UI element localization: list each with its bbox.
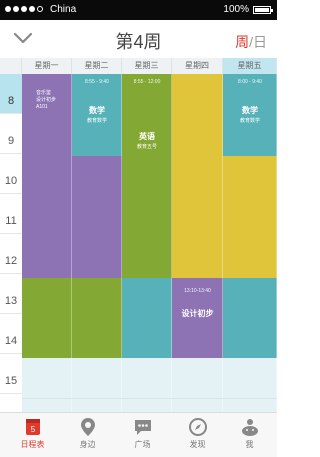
hour-label: 8 (0, 74, 22, 114)
calendar-slot[interactable] (172, 358, 223, 412)
tab-me[interactable]: 我 (222, 416, 277, 450)
hour-label: 10 (0, 154, 22, 194)
day-header-monday: 星期一 (22, 58, 72, 74)
battery-percent: 100% (223, 4, 249, 15)
battery-icon (253, 6, 273, 14)
corner-cell (0, 58, 22, 74)
event-time: 8:55 - 12:00 (133, 79, 161, 85)
event-tuesday[interactable]: 8:55 - 9:40 数学 教育数学 (72, 74, 122, 156)
day-header-thursday: 星期四 (172, 58, 223, 74)
day-header-friday: 星期五 (223, 58, 277, 74)
event-content: 8:55 - 12:00 英语 教育五号 (122, 74, 172, 150)
tab-bar: 5 日程表 身边 广场 发现 我 (0, 412, 277, 457)
grid-line (22, 398, 277, 399)
status-bar: China 100% (0, 0, 277, 20)
week-calendar-grid: 星期一 星期二 星期三 星期四 星期五 8 9 10 11 12 13 14 1… (0, 58, 277, 412)
calendar-slot[interactable] (172, 74, 223, 278)
hour-label: 12 (0, 234, 22, 274)
calendar-slot[interactable] (122, 278, 172, 358)
signal-strength-icon (5, 6, 43, 12)
event-place: 教育数学 (239, 118, 260, 124)
day-header-tuesday: 星期二 (72, 58, 122, 74)
compass-icon (187, 416, 209, 438)
calendar-slot[interactable] (223, 156, 277, 278)
calendar-slot[interactable] (22, 278, 72, 358)
tab-discover[interactable]: 发现 (170, 416, 225, 450)
event-place: 教育数学 (86, 118, 107, 124)
tab-schedule[interactable]: 5 日程表 (5, 416, 60, 450)
event-time: 8:00 - 9:40 (238, 79, 262, 85)
tab-label: 我 (245, 440, 254, 449)
event-time: 13:10-13:40 (184, 288, 211, 294)
event-content: 8:55 - 9:40 数学 教育数学 (72, 74, 122, 124)
profile-icon (239, 416, 261, 438)
calendar-slot[interactable] (223, 278, 277, 358)
tab-square[interactable]: 广场 (115, 416, 170, 450)
location-pin-icon (77, 416, 99, 438)
day-view-toggle[interactable]: 日 (253, 34, 267, 50)
event-title: 音乐鉴 (36, 90, 52, 96)
event-time: 8:55 - 9:40 (85, 79, 109, 85)
calendar-slot[interactable] (72, 358, 122, 412)
event-content: 13:10-13:40 设计初步 (172, 278, 223, 319)
calendar-icon: 5 (22, 416, 44, 438)
tab-label: 日程表 (20, 440, 45, 449)
event-wednesday[interactable]: 8:55 - 12:00 英语 教育五号 (122, 74, 172, 278)
calendar-slot[interactable] (223, 358, 277, 412)
calendar-slot[interactable] (72, 278, 122, 358)
hour-label: 13 (0, 274, 22, 314)
chat-bubble-icon (132, 416, 154, 438)
tab-nearby[interactable]: 身边 (60, 416, 115, 450)
calendar-slot[interactable] (122, 358, 172, 412)
event-line: 设计初步 (36, 97, 57, 103)
hour-label: 14 (0, 314, 22, 354)
day-header-wednesday: 星期三 (122, 58, 172, 74)
view-toggle: 周/日 (235, 32, 267, 52)
calendar-slot[interactable] (72, 156, 122, 278)
tab-label: 身边 (79, 440, 96, 449)
calendar-badge-text: 5 (30, 425, 35, 434)
event-title: 数学 (242, 106, 258, 115)
event-friday[interactable]: 8:00 - 9:40 数学 教育数学 (223, 74, 277, 156)
carrier-name: China (50, 4, 77, 15)
hour-label: 15 (0, 354, 22, 394)
event-title: 设计初步 (181, 309, 214, 318)
tab-label: 广场 (134, 440, 151, 449)
event-line: A101 (36, 104, 48, 110)
event-title: 数学 (89, 106, 105, 115)
event-content: 8:00 - 9:40 数学 教育数学 (223, 74, 277, 124)
tab-label: 发现 (189, 440, 206, 449)
hour-label: 9 (0, 114, 22, 154)
event-monday[interactable]: 音乐鉴 设计初步 A101 (22, 90, 72, 111)
calendar-slot[interactable] (22, 358, 72, 412)
event-thursday[interactable]: 13:10-13:40 设计初步 (172, 278, 223, 358)
week-view-toggle[interactable]: 周 (235, 34, 249, 50)
header: 第4周 周/日 (0, 20, 277, 58)
event-title: 英语 (139, 132, 155, 141)
hour-label: 11 (0, 194, 22, 234)
event-place: 教育五号 (136, 144, 157, 150)
